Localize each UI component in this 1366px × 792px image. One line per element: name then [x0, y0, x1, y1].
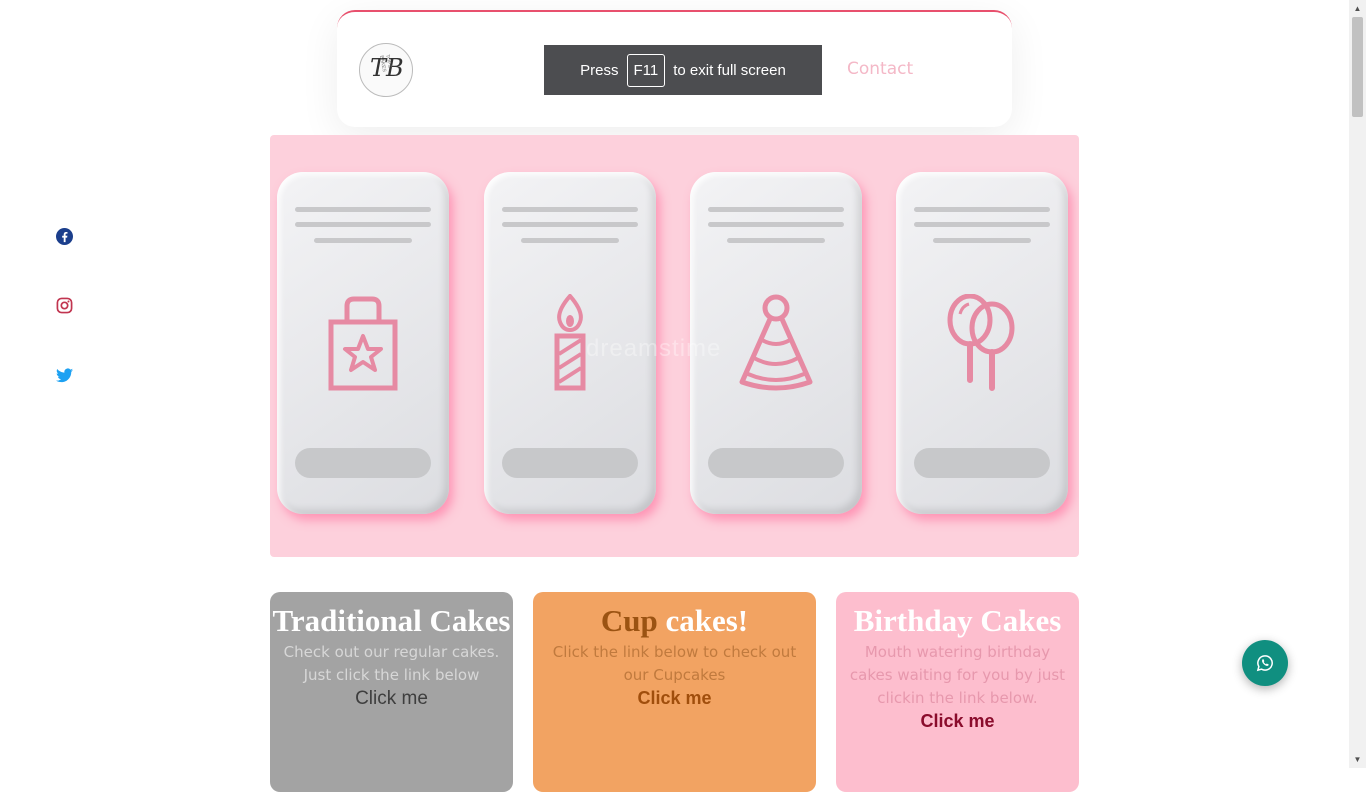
card-birthday-cakes: Birthday Cakes Mouth watering birthday c…: [836, 592, 1079, 792]
card-link-traditional[interactable]: Click me: [270, 688, 513, 710]
stock-watermark: dreamstime: [586, 335, 722, 362]
brand-logo[interactable]: TB TOPS BAKES: [359, 43, 413, 97]
twitter-icon[interactable]: [55, 366, 73, 384]
card-link-cupcakes[interactable]: Click me: [533, 688, 816, 709]
card-title: Birthday Cakes: [853, 603, 1062, 638]
scroll-down-arrow[interactable]: ▼: [1349, 751, 1366, 768]
card-text: Click the link below to check out our Cu…: [552, 643, 797, 684]
card-text: Check out our regular cakes. Just click …: [283, 643, 500, 684]
fullscreen-notice: Press F11 to exit full screen: [544, 45, 822, 95]
page-scrollbar[interactable]: ▲ ▼: [1349, 0, 1366, 768]
instagram-icon[interactable]: [55, 296, 73, 314]
card-cupcakes: Cup cakes! Click the link below to check…: [533, 592, 816, 792]
facebook-icon[interactable]: [55, 227, 73, 245]
balloons-icon: [947, 294, 1015, 391]
card-traditional-cakes: Traditional Cakes Check out our regular …: [270, 592, 513, 792]
phone-mockup: [896, 172, 1068, 514]
card-title: Cup cakes!: [533, 602, 816, 639]
fullscreen-notice-before: Press: [580, 61, 619, 79]
scroll-up-arrow[interactable]: ▲: [1349, 0, 1366, 17]
card-text: Mouth watering birthday cakes waiting fo…: [849, 643, 1066, 707]
scrollbar-thumb[interactable]: [1352, 17, 1363, 117]
hero-banner: dreamstime: [270, 135, 1079, 557]
fullscreen-notice-after: to exit full screen: [673, 61, 786, 79]
card-title-accent: Cup: [600, 603, 658, 638]
shopping-bag-star-icon: [328, 296, 398, 391]
card-link-birthday[interactable]: Click me: [836, 711, 1079, 732]
nav-contact-link[interactable]: Contact: [847, 59, 913, 79]
card-title: Traditional Cakes: [272, 603, 511, 638]
card-title-rest: cakes!: [665, 603, 749, 638]
whatsapp-button[interactable]: [1242, 640, 1288, 686]
fullscreen-notice-key: F11: [626, 53, 666, 87]
party-hat-icon: [739, 294, 813, 391]
whatsapp-icon: [1256, 655, 1273, 672]
phone-mockup: [277, 172, 449, 514]
